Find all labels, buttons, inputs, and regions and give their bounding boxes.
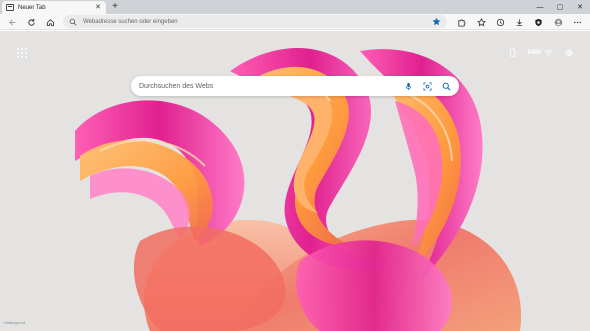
tab-new-tab[interactable]: Neuer Tab ✕ xyxy=(2,1,106,14)
window-controls: — ▢ ✕ xyxy=(530,0,590,14)
search-icon[interactable] xyxy=(441,81,451,91)
web-search-box[interactable]: Durchsuchen des Webs xyxy=(131,76,459,96)
rewards-points[interactable]: 8400 xyxy=(528,48,553,57)
tab-title: Neuer Tab xyxy=(18,4,46,11)
favorites-icon[interactable] xyxy=(475,16,487,28)
puzzle-icon[interactable] xyxy=(455,16,467,28)
gear-icon[interactable] xyxy=(563,47,574,58)
apps-grid-icon[interactable] xyxy=(17,48,28,59)
refresh-icon[interactable] xyxy=(25,16,37,28)
navigation-toolbar: Webadresse suchen oder eingeben xyxy=(0,14,590,30)
new-tab-button[interactable]: + xyxy=(109,1,121,13)
search-icon xyxy=(69,18,77,25)
tab-close-icon[interactable]: ✕ xyxy=(94,4,102,12)
address-bar[interactable]: Webadresse suchen oder eingeben xyxy=(63,15,447,28)
browser-window: Neuer Tab ✕ + — ▢ ✕ Webadresse suchen od… xyxy=(0,0,590,331)
address-input[interactable]: Webadresse suchen oder eingeben xyxy=(83,19,432,25)
tab-strip: Neuer Tab ✕ + — ▢ ✕ xyxy=(0,0,590,14)
close-window-button[interactable]: ✕ xyxy=(570,0,590,14)
microphone-icon[interactable] xyxy=(403,81,413,91)
maximize-button[interactable]: ▢ xyxy=(550,0,570,14)
history-icon[interactable] xyxy=(494,16,506,28)
download-icon[interactable] xyxy=(513,16,525,28)
profile-icon[interactable] xyxy=(552,16,564,28)
home-icon[interactable] xyxy=(44,16,56,28)
back-arrow-icon[interactable] xyxy=(6,16,18,28)
rewards-points-value: 8400 xyxy=(527,49,541,56)
web-search-input[interactable]: Durchsuchen des Webs xyxy=(139,83,403,90)
more-icon[interactable] xyxy=(571,16,583,28)
shield-icon[interactable] xyxy=(532,16,544,28)
page-top-right-controls: 8400 xyxy=(507,47,574,58)
minimize-button[interactable]: — xyxy=(530,0,550,14)
visual-search-icon[interactable] xyxy=(422,81,432,91)
star-icon[interactable] xyxy=(432,17,441,26)
search-actions xyxy=(403,81,451,91)
tab-page-icon xyxy=(6,4,14,11)
wifi-icon xyxy=(544,49,553,57)
image-credit[interactable]: Hintergrund xyxy=(4,320,25,325)
phone-icon[interactable] xyxy=(507,47,518,58)
new-tab-page: 8400 Durchsuchen des Webs Hintergrund xyxy=(0,31,590,331)
